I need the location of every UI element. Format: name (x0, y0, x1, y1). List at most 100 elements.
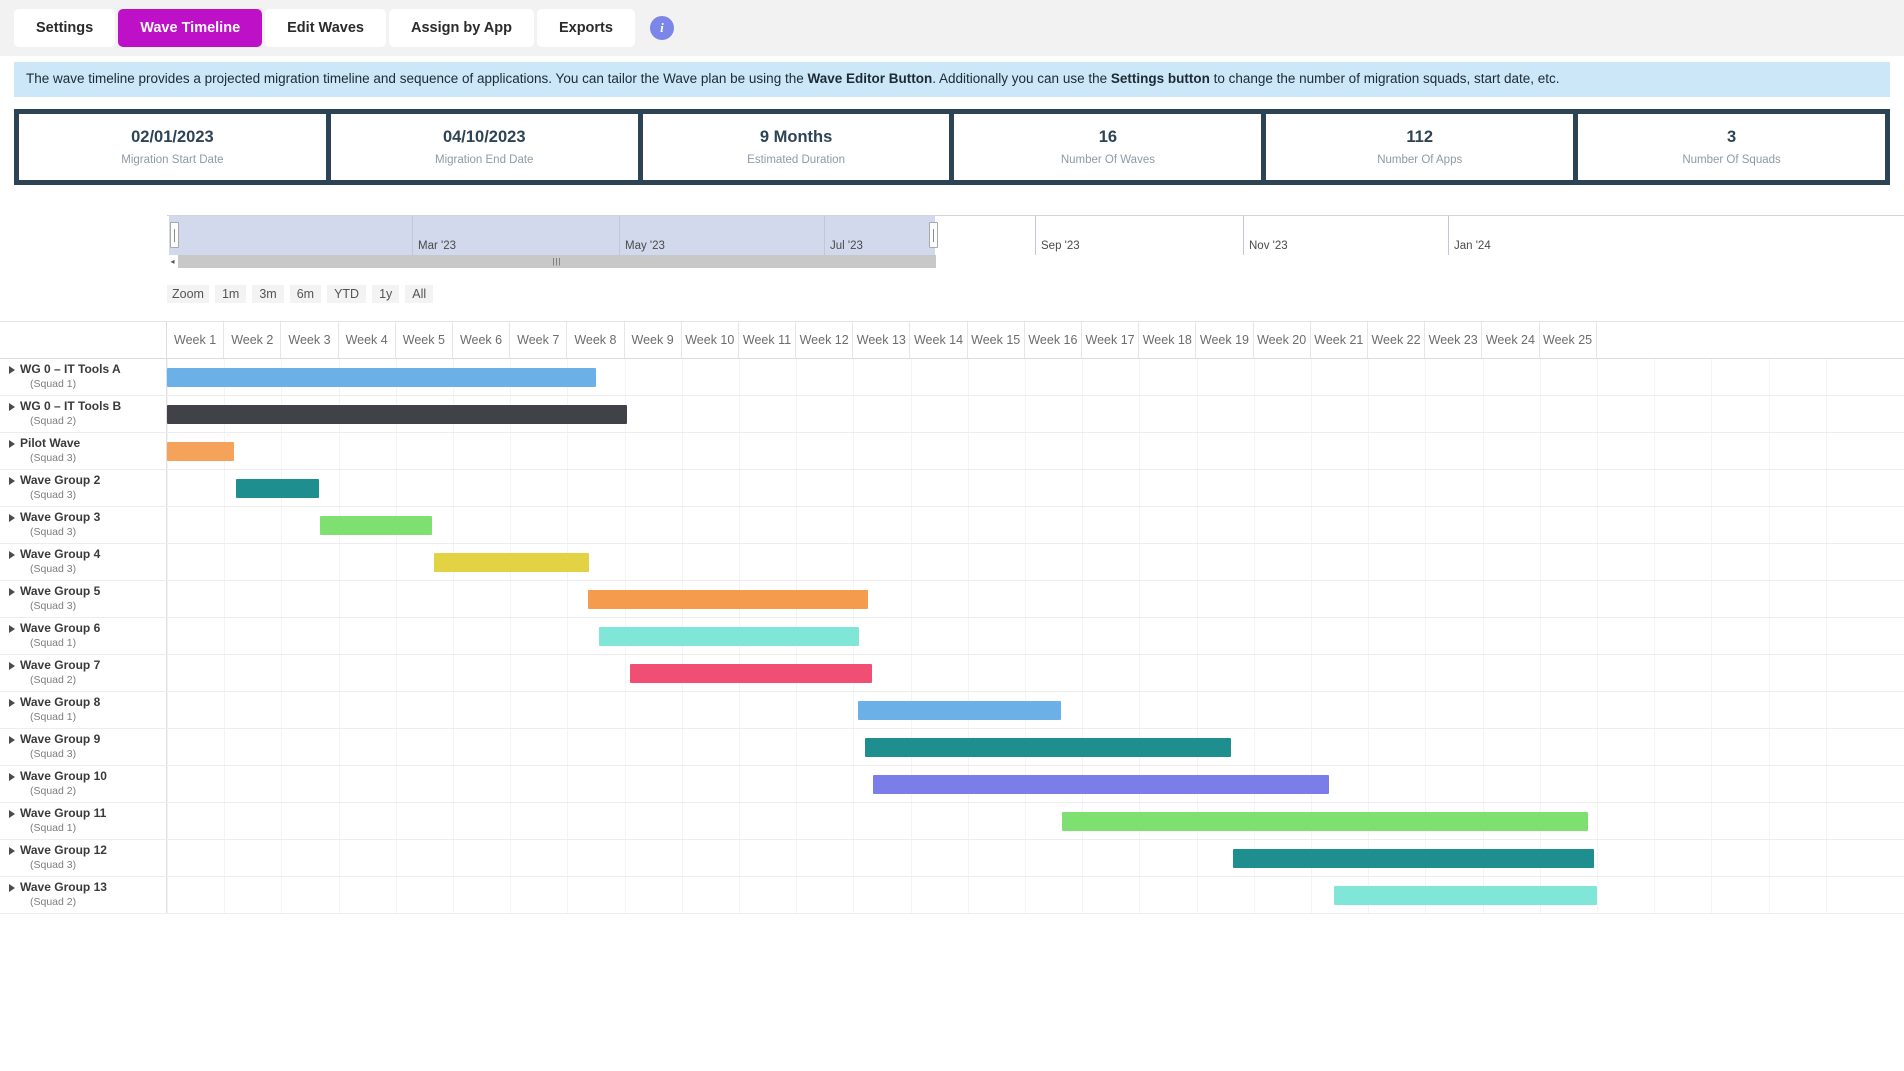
zoom-range-1m[interactable]: 1m (214, 284, 247, 303)
expand-caret-icon[interactable] (9, 772, 15, 781)
tab-wave-timeline[interactable]: Wave Timeline (118, 9, 263, 47)
gantt-bar[interactable] (1233, 848, 1594, 868)
gridline (1368, 543, 1370, 580)
expand-caret-icon[interactable] (9, 883, 15, 892)
gridline (1368, 469, 1370, 506)
gantt-row-label[interactable]: Wave Group 9 (Squad 3) (0, 728, 167, 765)
gridline (338, 580, 340, 617)
expand-caret-icon[interactable] (9, 624, 15, 633)
gantt-bar[interactable] (857, 700, 1062, 720)
gantt-bar[interactable] (319, 515, 432, 535)
gantt-lane (167, 432, 1904, 469)
navigator-handle-left[interactable] (170, 221, 179, 248)
expand-caret-icon[interactable] (9, 476, 15, 485)
gridline (1311, 395, 1312, 432)
gantt-bar[interactable] (433, 552, 589, 572)
gantt-row-label[interactable]: Wave Group 11 (Squad 1) (0, 802, 167, 839)
gantt-row: Wave Group 2 (Squad 3) (0, 469, 1904, 507)
gantt-row-label[interactable]: WG 0 – IT Tools B (Squad 2) (0, 395, 167, 432)
zoom-range-6m[interactable]: 6m (289, 284, 322, 303)
gridline (1139, 358, 1141, 395)
gridline (224, 654, 226, 691)
navigator-handle-right[interactable] (929, 221, 938, 248)
zoom-range-ytd[interactable]: YTD (327, 284, 367, 303)
zoom-range-all[interactable]: All (405, 284, 434, 303)
wave-group-name: Wave Group 10 (20, 769, 107, 784)
squad-label: (Squad 1) (30, 637, 77, 650)
expand-caret-icon[interactable] (9, 735, 15, 744)
gantt-bar[interactable] (235, 478, 319, 498)
expand-caret-icon[interactable] (9, 661, 15, 670)
gantt-row-label[interactable]: Wave Group 6 (Squad 1) (0, 617, 167, 654)
gantt-bar[interactable] (864, 737, 1231, 757)
gantt-bar[interactable] (167, 367, 596, 387)
scroll-left-arrow[interactable]: ◂ (167, 255, 178, 268)
expand-caret-icon[interactable] (9, 550, 15, 559)
expand-caret-icon[interactable] (9, 402, 15, 411)
gantt-bar[interactable] (598, 626, 860, 646)
zoom-range-1y[interactable]: 1y (372, 284, 400, 303)
gridline (1768, 802, 1770, 839)
navigator-selection-window[interactable] (169, 215, 935, 256)
tab-exports[interactable]: Exports (536, 9, 635, 47)
expand-caret-icon[interactable] (9, 809, 15, 818)
expand-caret-icon[interactable] (9, 698, 15, 707)
scroll-thumb[interactable]: ||| (178, 254, 936, 268)
gantt-row-label[interactable]: Wave Group 2 (Squad 3) (0, 469, 167, 506)
week-header-cell: Week 5 (396, 321, 453, 358)
gantt-row-label[interactable]: WG 0 – IT Tools A (Squad 1) (0, 358, 167, 395)
gantt-bar[interactable] (167, 441, 234, 461)
gantt-row-label[interactable]: Wave Group 10 (Squad 2) (0, 765, 167, 802)
gridline (1825, 839, 1827, 876)
gantt-lane (167, 654, 1904, 691)
info-icon[interactable]: i (649, 16, 674, 40)
gantt-bar[interactable] (1333, 885, 1597, 905)
gantt-row: Wave Group 11 (Squad 1) (0, 802, 1904, 840)
gridline (1539, 395, 1541, 432)
gridline (853, 543, 855, 580)
gridline (338, 839, 340, 876)
gridline (1025, 506, 1026, 543)
gridline (1768, 543, 1770, 580)
navigator-scrollbar[interactable]: ◂ ||| (167, 254, 1904, 268)
gridline (1425, 580, 1427, 617)
gridline (1597, 876, 1598, 913)
gantt-bar[interactable] (630, 663, 873, 683)
gridline (1139, 469, 1141, 506)
gantt-bar[interactable] (1062, 811, 1589, 831)
gantt-row-label[interactable]: Wave Group 3 (Squad 3) (0, 506, 167, 543)
gridline (1253, 876, 1255, 913)
gridline (567, 765, 569, 802)
expand-caret-icon[interactable] (9, 513, 15, 522)
gantt-row-label[interactable]: Wave Group 8 (Squad 1) (0, 691, 167, 728)
gridline (853, 432, 855, 469)
gantt-bar[interactable] (167, 404, 628, 424)
gridline (338, 765, 340, 802)
banner-bold-settings: Settings button (1110, 71, 1210, 86)
gantt-row-label[interactable]: Wave Group 4 (Squad 3) (0, 543, 167, 580)
kpi-label: Migration End Date (435, 153, 534, 166)
tab-settings[interactable]: Settings (14, 9, 116, 47)
gantt-row-label[interactable]: Wave Group 5 (Squad 3) (0, 580, 167, 617)
navigator-tick-label: Sep '23 (1041, 239, 1080, 252)
gantt-bar[interactable] (873, 774, 1329, 794)
zoom-range-3m[interactable]: 3m (252, 284, 284, 303)
expand-caret-icon[interactable] (9, 439, 15, 448)
gridline (1139, 580, 1141, 617)
tab-edit-waves[interactable]: Edit Waves (265, 9, 386, 47)
gantt-row-label[interactable]: Wave Group 12 (Squad 3) (0, 839, 167, 876)
gantt-row-label[interactable]: Wave Group 13 (Squad 2) (0, 876, 167, 913)
gridline (681, 358, 683, 395)
tab-assign-by-app[interactable]: Assign by App (388, 9, 534, 47)
expand-caret-icon[interactable] (9, 846, 15, 855)
gantt-bar[interactable] (587, 589, 868, 609)
gridline (1597, 506, 1598, 543)
expand-caret-icon[interactable] (9, 587, 15, 596)
gantt-row-label[interactable]: Pilot Wave (Squad 3) (0, 432, 167, 469)
gridline (1311, 728, 1312, 765)
gantt-row-label[interactable]: Wave Group 7 (Squad 2) (0, 654, 167, 691)
gridline (395, 432, 397, 469)
navigator-track[interactable]: Mar '23 May '23 Jul '23 Sep '23 Nov '23 Jan '… (167, 214, 1904, 256)
expand-caret-icon[interactable] (9, 365, 15, 374)
gridline (1654, 506, 1656, 543)
